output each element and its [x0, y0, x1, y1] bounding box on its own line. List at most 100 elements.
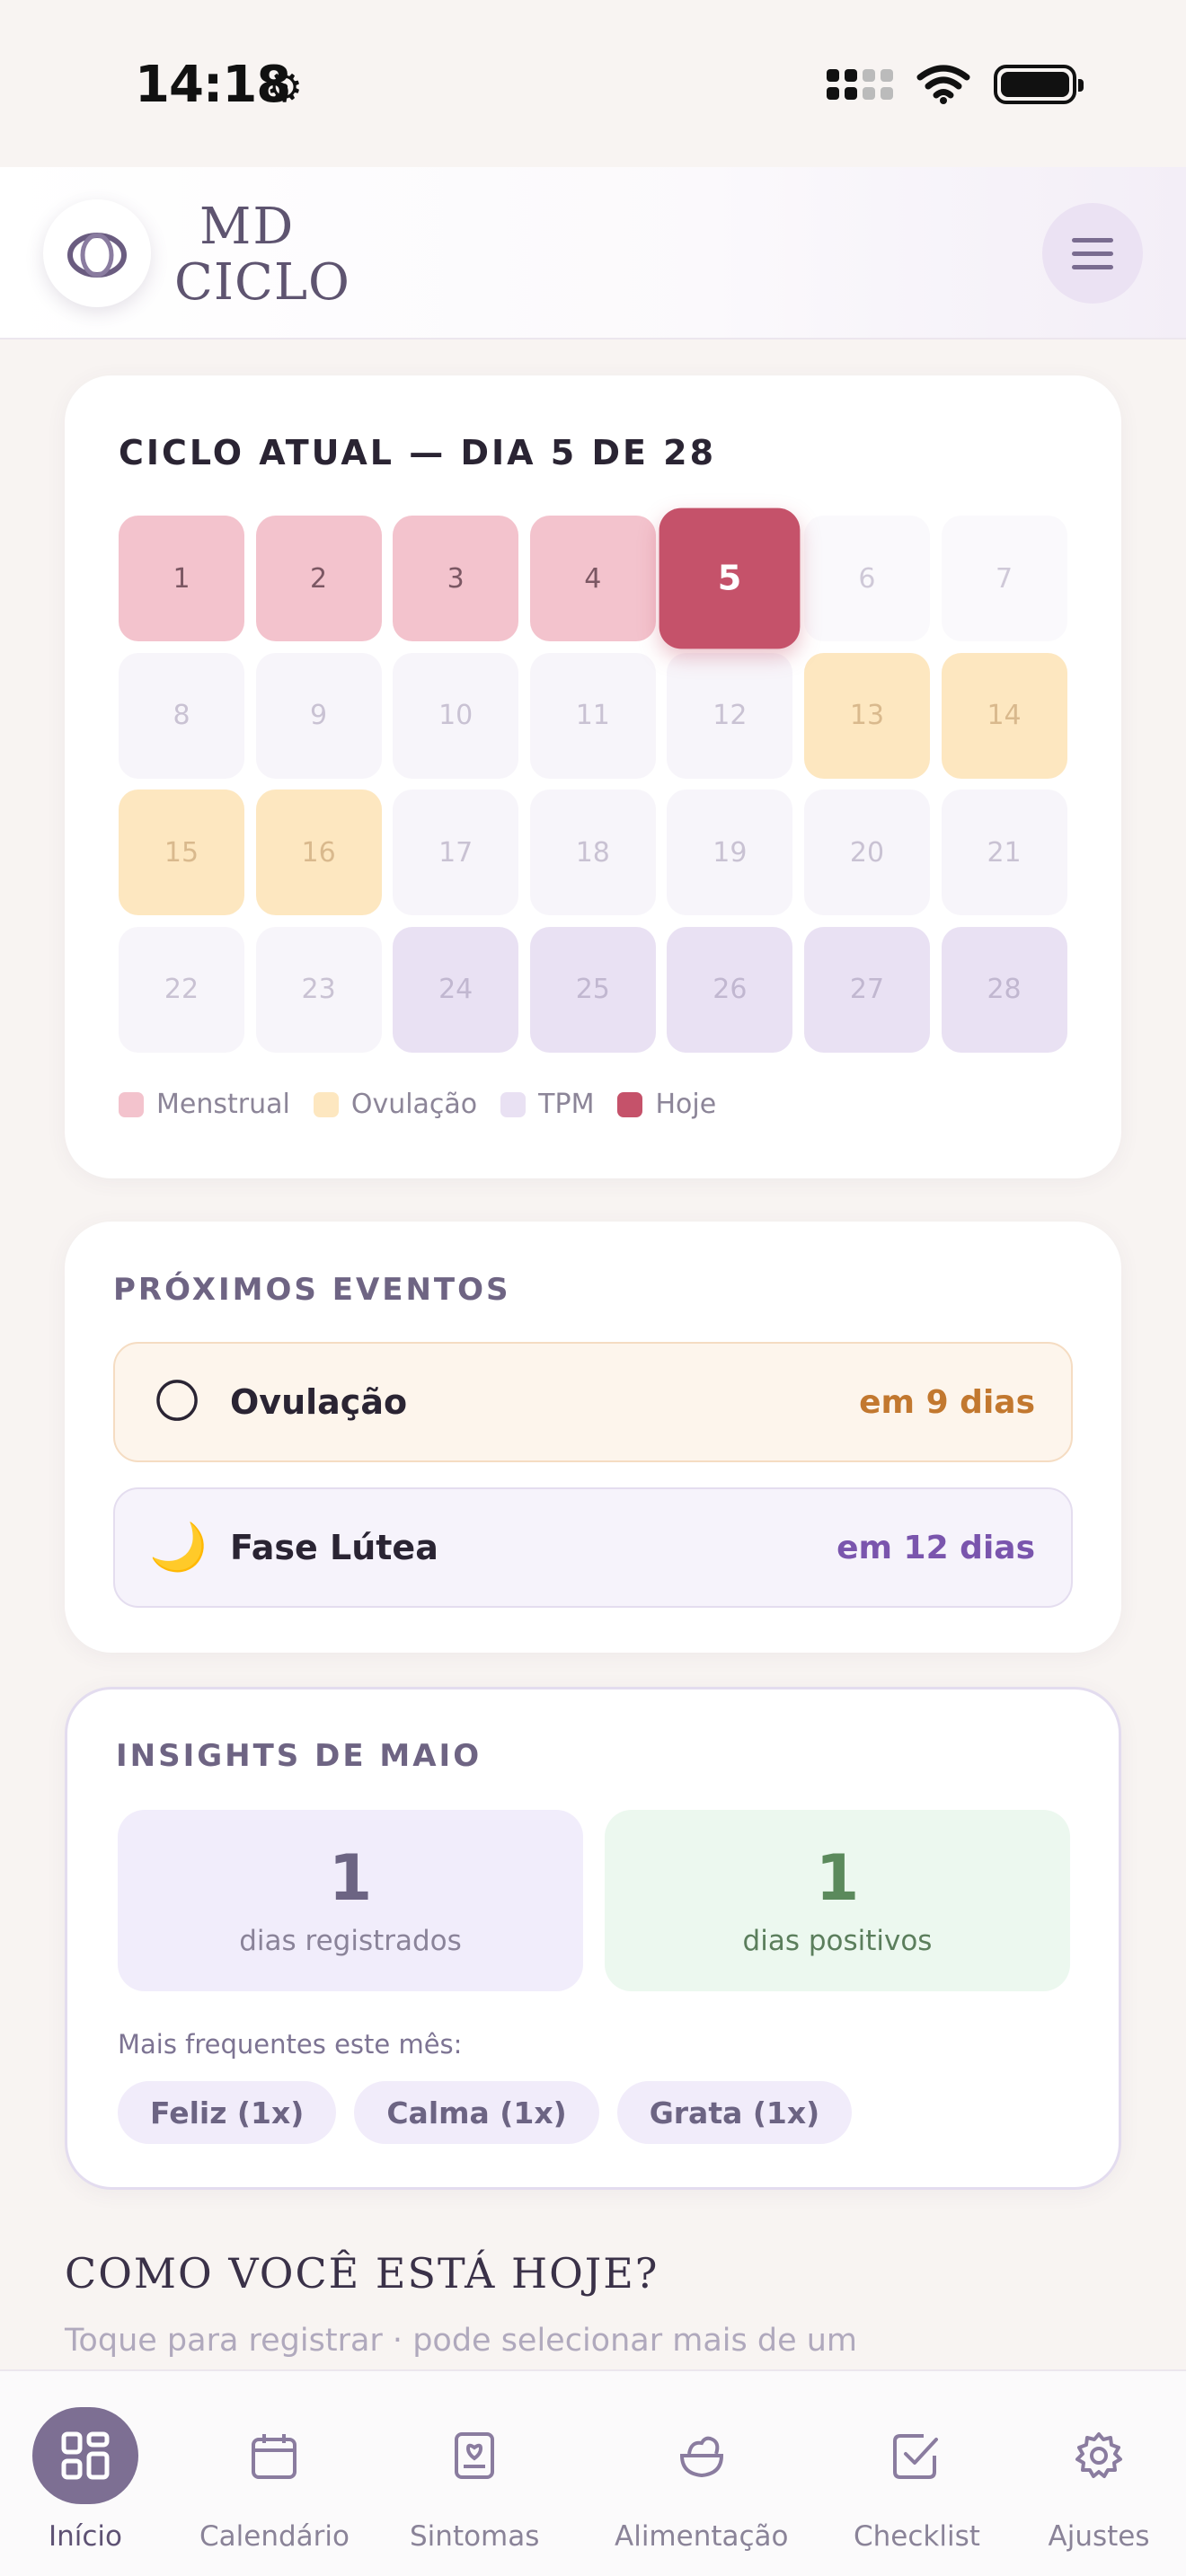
mood-chips: Feliz (1x) Calma (1x) Grata (1x): [118, 2081, 853, 2144]
stat-positive-days: 1 dias positivos: [605, 1810, 1070, 1991]
legend-swatch: [313, 1091, 339, 1117]
legend-item: Menstrual: [119, 1089, 290, 1120]
nav-calendario[interactable]: Calendário: [199, 2407, 350, 2553]
cycle-legend: Menstrual Ovulação TPM Hoje: [119, 1089, 716, 1120]
bottom-navigation: Início Calendário Sintomas Alimentação C…: [0, 2369, 1186, 2576]
cycle-day[interactable]: 2: [255, 516, 382, 641]
stat-value: 1: [328, 1841, 373, 1915]
settings-status-icon: ⚙: [266, 63, 304, 111]
legend-item: Ovulação: [313, 1089, 478, 1120]
legend-label: Ovulação: [350, 1089, 478, 1120]
cycle-day[interactable]: 12: [667, 652, 793, 779]
event-countdown: em 12 dias: [836, 1529, 1035, 1566]
nav-label: Calendário: [199, 2520, 350, 2553]
cycle-day[interactable]: 17: [393, 790, 519, 916]
cycle-day-today[interactable]: 5: [659, 507, 801, 649]
cycle-title: CICLO ATUAL — DIA 5 DE 28: [119, 433, 717, 472]
salad-bowl-icon: [649, 2407, 755, 2504]
gear-icon: [1046, 2407, 1152, 2504]
cycle-day[interactable]: 24: [393, 926, 519, 1053]
stat-value: 1: [815, 1841, 860, 1915]
cycle-day[interactable]: 28: [941, 926, 1067, 1053]
cycle-day[interactable]: 6: [803, 516, 930, 641]
cycle-day[interactable]: 1: [119, 516, 244, 641]
app-header: MD CICLO: [0, 167, 1186, 340]
insights-title: INSIGHTS DE MAIO: [116, 1738, 482, 1774]
legend-label: TPM: [538, 1089, 595, 1120]
stat-label: dias registrados: [239, 1925, 462, 1957]
logo-icon[interactable]: [43, 199, 151, 307]
journal-icon: [421, 2407, 527, 2504]
cycle-day[interactable]: 27: [803, 926, 930, 1053]
cycle-card: CICLO ATUAL — DIA 5 DE 28 1 2 3 4 5 6 7 8 9 10 11 1…: [65, 375, 1121, 1178]
cycle-day[interactable]: 15: [119, 790, 244, 916]
cycle-day[interactable]: 22: [119, 926, 244, 1053]
menu-icon: [1072, 237, 1113, 243]
legend-label: Hoje: [655, 1089, 717, 1120]
cellular-signal-icon: [827, 69, 893, 100]
event-name: Ovulação: [230, 1382, 408, 1422]
full-moon-icon: 🌕: [152, 1375, 202, 1429]
hamburger-menu-button[interactable]: [1042, 203, 1143, 304]
cycle-day[interactable]: 3: [393, 516, 519, 641]
mood-chip[interactable]: Grata (1x): [616, 2081, 853, 2144]
cycle-day[interactable]: 9: [255, 652, 382, 779]
cycle-day[interactable]: 14: [941, 652, 1067, 779]
mood-chip[interactable]: Calma (1x): [354, 2081, 599, 2144]
legend-swatch: [119, 1091, 144, 1117]
cycle-day[interactable]: 21: [941, 790, 1067, 916]
nav-label: Início: [48, 2520, 123, 2553]
nav-label: Alimentação: [615, 2520, 789, 2553]
nav-checklist[interactable]: Checklist: [854, 2407, 980, 2553]
legend-item: TPM: [500, 1089, 594, 1120]
brand-line-1: MD: [199, 198, 296, 256]
mood-section-subtitle: Toque para registrar · pode selecionar m…: [65, 2323, 858, 2359]
legend-swatch: [617, 1091, 643, 1117]
cycle-day[interactable]: 18: [529, 790, 656, 916]
cycle-day[interactable]: 10: [393, 652, 519, 779]
wifi-icon: [916, 65, 970, 104]
cycle-day[interactable]: 11: [529, 652, 656, 779]
cycle-day[interactable]: 20: [803, 790, 930, 916]
legend-item: Hoje: [617, 1089, 716, 1120]
stat-registered-days: 1 dias registrados: [118, 1810, 583, 1991]
legend-label: Menstrual: [156, 1089, 290, 1120]
crescent-moon-icon: 🌙: [149, 1521, 208, 1575]
event-luteal-phase[interactable]: 🌙 Fase Lútea em 12 dias: [113, 1487, 1073, 1608]
frequent-moods-label: Mais frequentes este mês:: [118, 2029, 463, 2060]
cycle-day[interactable]: 7: [941, 516, 1067, 641]
status-indicators: [827, 65, 1084, 104]
cycle-day[interactable]: 23: [255, 926, 382, 1053]
nav-ajustes[interactable]: Ajustes: [1046, 2407, 1152, 2553]
nav-label: Ajustes: [1048, 2520, 1150, 2553]
stat-label: dias positivos: [742, 1925, 933, 1957]
cycle-day[interactable]: 4: [529, 516, 656, 641]
insights-card: INSIGHTS DE MAIO 1 dias registrados 1 di…: [65, 1687, 1121, 2190]
cycle-grid: 1 2 3 4 5 6 7 8 9 10 11 12 13 14 15 16 17 18 19 20 21 22 23 24 2…: [119, 507, 1067, 1053]
cycle-day[interactable]: 16: [255, 790, 382, 916]
nav-sintomas[interactable]: Sintomas: [410, 2407, 539, 2553]
events-title: PRÓXIMOS EVENTOS: [113, 1272, 511, 1308]
cycle-day[interactable]: 19: [667, 790, 793, 916]
mood-chip[interactable]: Feliz (1x): [118, 2081, 337, 2144]
brand-line-2: CICLO: [174, 253, 350, 312]
cycle-day[interactable]: 8: [119, 652, 244, 779]
calendar-icon: [221, 2407, 327, 2504]
upcoming-events-card: PRÓXIMOS EVENTOS 🌕 Ovulação em 9 dias 🌙 …: [65, 1222, 1121, 1653]
nav-alimentacao[interactable]: Alimentação: [615, 2407, 789, 2553]
battery-icon: [994, 65, 1084, 104]
cycle-day[interactable]: 26: [667, 926, 793, 1053]
status-bar: 14:18 ⚙: [0, 0, 1186, 167]
event-countdown: em 9 dias: [859, 1383, 1035, 1421]
nav-label: Checklist: [854, 2520, 980, 2553]
brand-wordmark: MD CICLO: [174, 199, 350, 311]
event-ovulation[interactable]: 🌕 Ovulação em 9 dias: [113, 1342, 1073, 1462]
mood-section-title: COMO VOCÊ ESTÁ HOJE?: [65, 2249, 659, 2298]
nav-label: Sintomas: [410, 2520, 540, 2553]
event-name: Fase Lútea: [230, 1528, 438, 1567]
cycle-day[interactable]: 25: [529, 926, 656, 1053]
nav-inicio[interactable]: Início: [32, 2407, 138, 2553]
grid-icon: [32, 2407, 138, 2504]
checkbox-icon: [863, 2407, 969, 2504]
cycle-day[interactable]: 13: [803, 652, 930, 779]
